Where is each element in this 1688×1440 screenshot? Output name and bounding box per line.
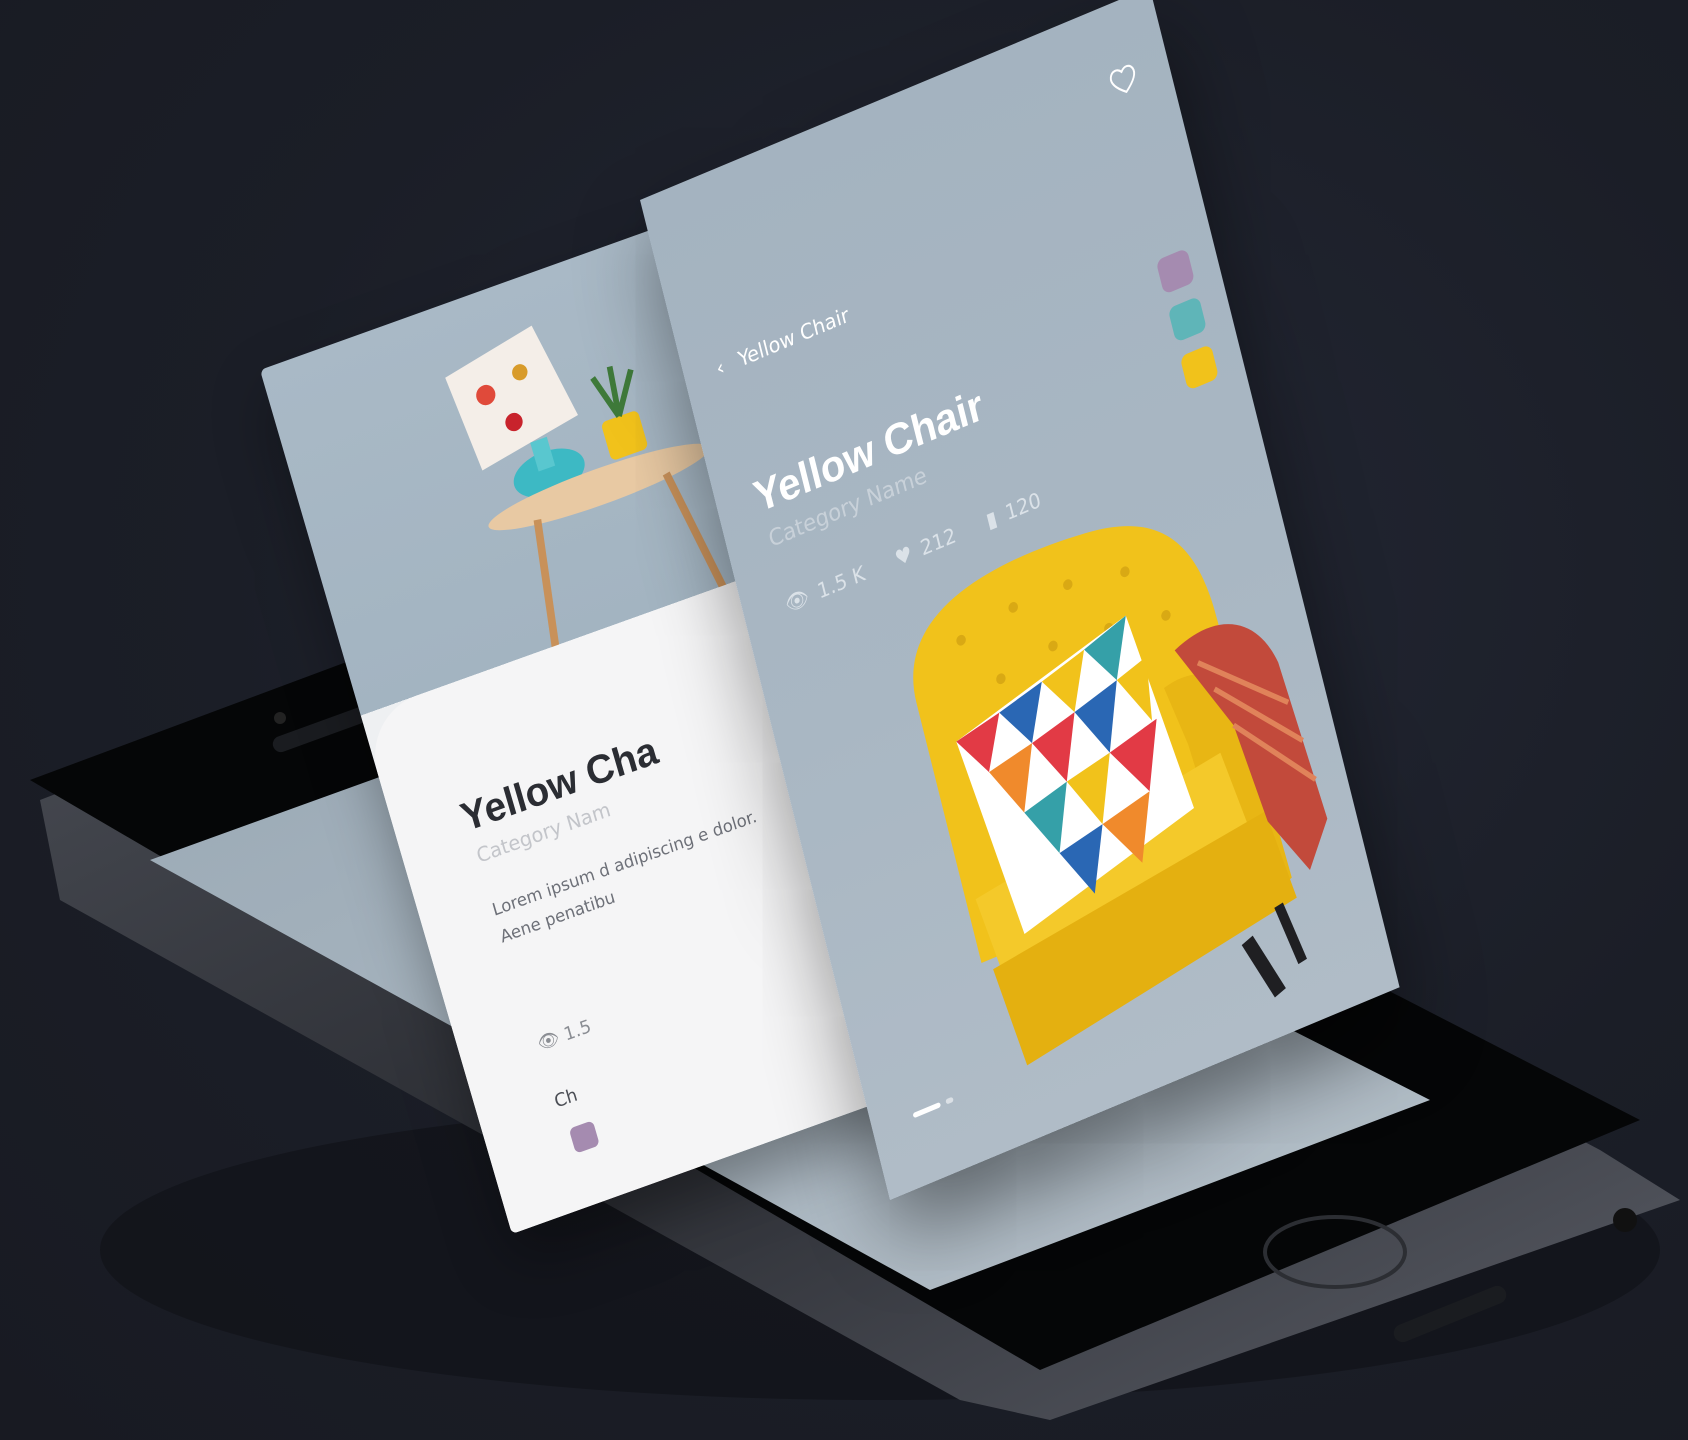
stage: Yellow Cha Category Nam Lorem ipsum d ad… xyxy=(0,0,1688,1440)
